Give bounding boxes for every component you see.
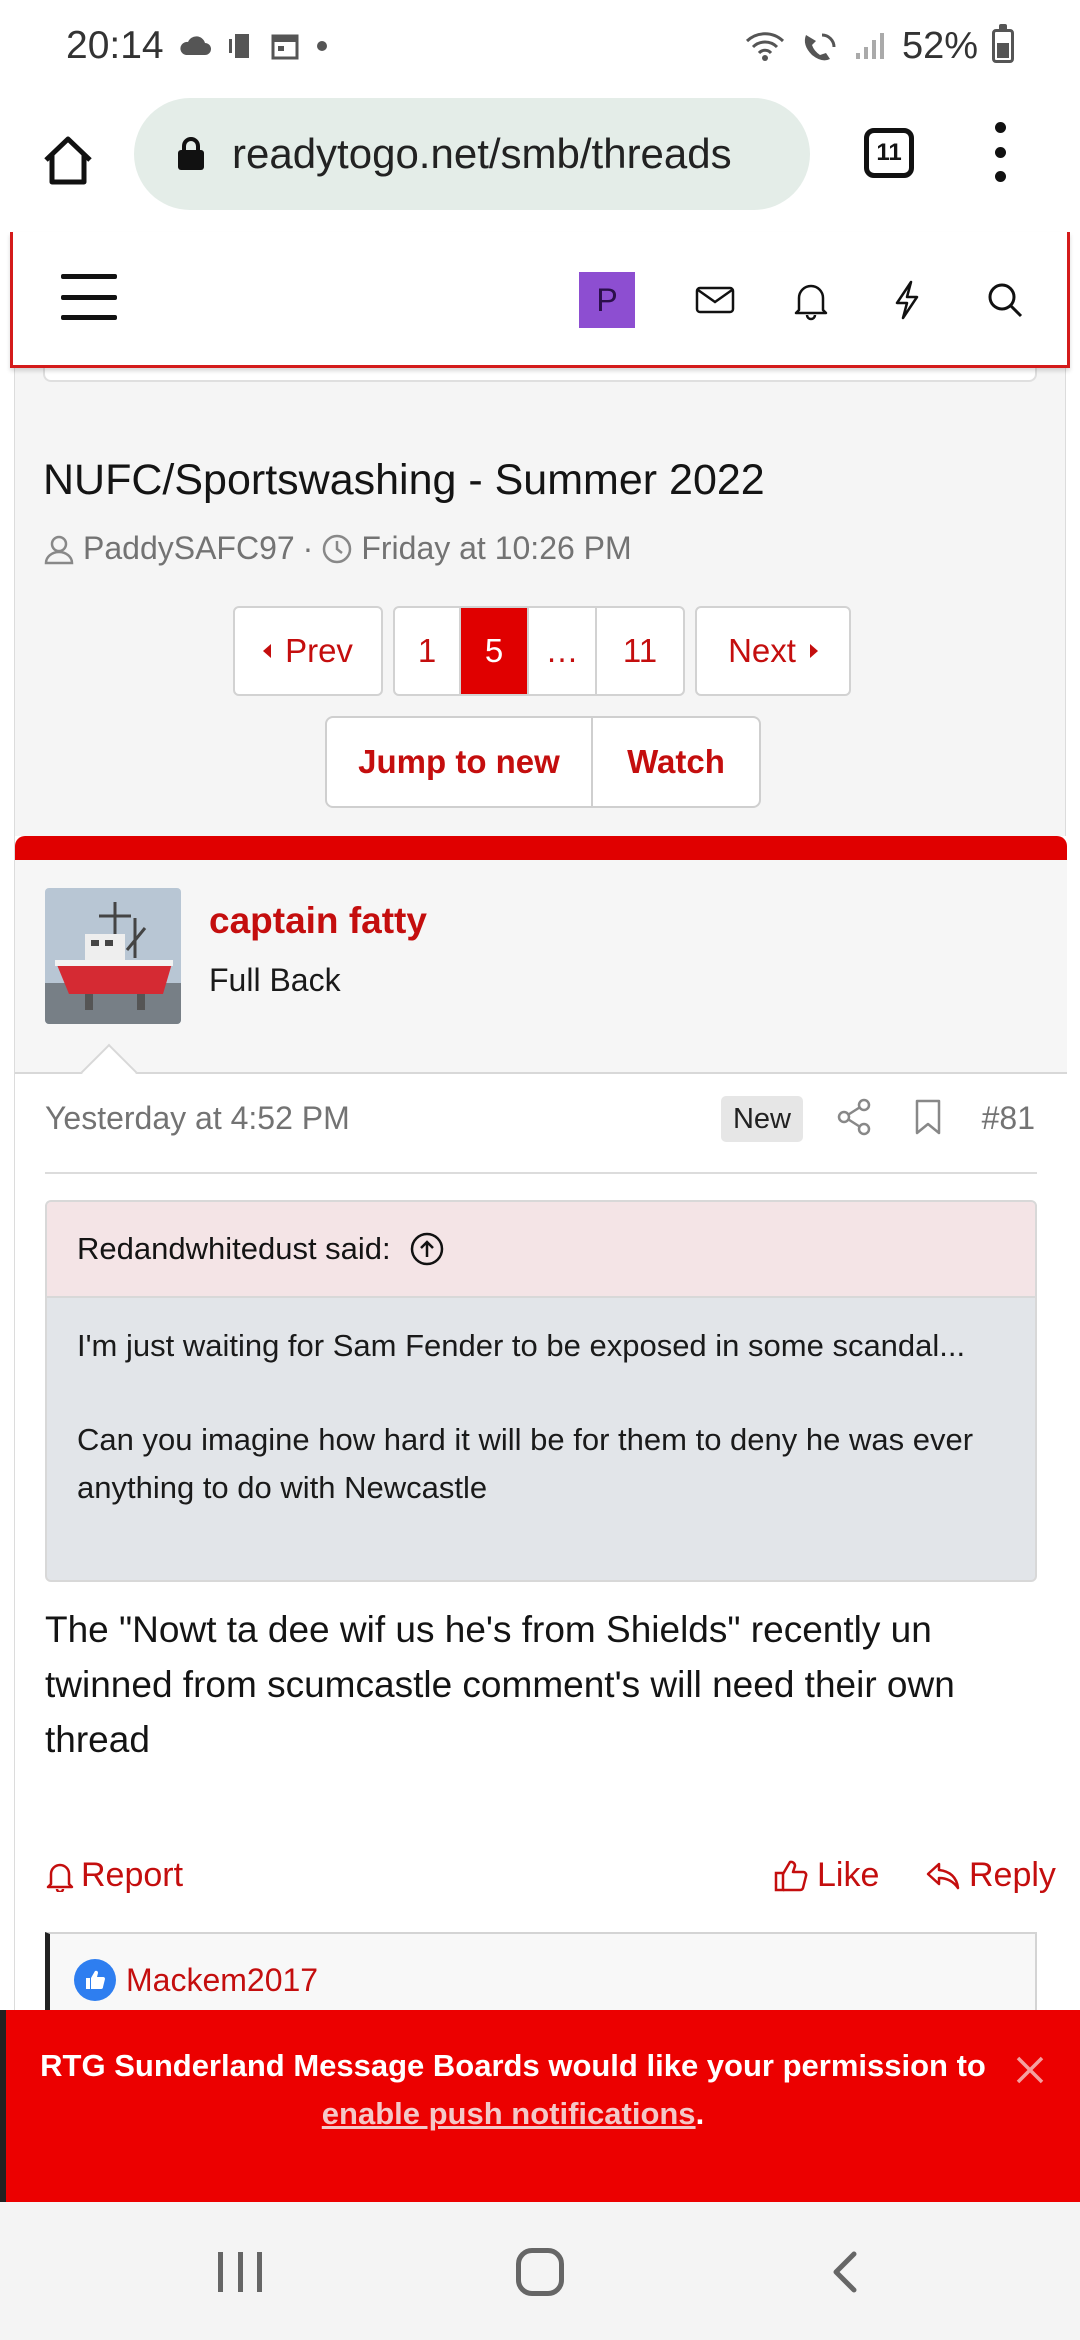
share-icon[interactable] — [835, 1098, 873, 1136]
new-badge: New — [721, 1096, 803, 1142]
like-label: Like — [817, 1856, 880, 1894]
reply-arrow-icon — [926, 1862, 960, 1889]
vibrate-icon — [228, 34, 249, 58]
search-icon[interactable] — [983, 278, 1027, 322]
post-date[interactable]: Yesterday at 4:52 PM — [45, 1100, 350, 1137]
battery-percent: 52% — [901, 24, 978, 67]
status-right-icons: 52% — [744, 24, 1014, 68]
home-icon[interactable] — [38, 130, 98, 190]
url-text: readytogo.net/smb/threads — [232, 130, 732, 177]
signal-icon — [855, 33, 884, 59]
site-header: P — [10, 232, 1070, 368]
post-meta: Yesterday at 4:52 PM New #81 — [45, 1096, 1037, 1174]
post-top-bar — [15, 836, 1067, 860]
quote-author: Redandwhitedust said: — [77, 1231, 391, 1266]
post-user-block: captain fatty Full Back — [15, 860, 1067, 1101]
pagination-pages: 1 5 … 11 — [393, 606, 685, 696]
post: captain fatty Full Back Yesterday at 4:5… — [15, 836, 1067, 2028]
quote-paragraph: I'm just waiting for Sam Fender to be ex… — [77, 1328, 966, 1363]
push-notification-banner: RTG Sunderland Message Boards would like… — [0, 2010, 1080, 2202]
caret-right-icon — [809, 644, 818, 658]
enable-push-link[interactable]: enable push notifications — [322, 2096, 696, 2131]
page-ellipsis[interactable]: … — [529, 608, 597, 694]
post-actions: Report Like Reply — [45, 1856, 1056, 1908]
user-icon — [44, 535, 74, 564]
report-label: Report — [81, 1856, 184, 1894]
clock-icon — [323, 534, 352, 563]
pagination-prev-label: Prev — [285, 632, 353, 669]
browser-toolbar: readytogo.net/smb/threads 11 — [0, 92, 1080, 228]
like-reaction-icon — [74, 1959, 116, 2001]
battery-icon — [992, 24, 1014, 63]
close-icon[interactable] — [1010, 2050, 1050, 2090]
reply-label: Reply — [969, 1856, 1056, 1894]
thread-author[interactable]: PaddySAFC97 — [83, 530, 295, 567]
page-link[interactable]: 1 — [395, 608, 461, 694]
dot-icon — [316, 41, 327, 51]
recent-apps-icon[interactable] — [218, 2252, 262, 2292]
post-body: The "Nowt ta dee wif us he's from Shield… — [45, 1609, 955, 1760]
bookmark-icon[interactable] — [911, 1098, 945, 1136]
menu-icon[interactable] — [61, 274, 117, 320]
thumbs-up-icon — [774, 1860, 808, 1891]
wifi-icon — [745, 32, 784, 61]
caret-left-icon — [263, 644, 272, 658]
reply-button[interactable]: Reply — [925, 1856, 1056, 1895]
user-avatar-button[interactable]: P — [579, 272, 635, 328]
pagination-prev-button[interactable]: Prev — [233, 606, 383, 696]
envelope-icon[interactable] — [693, 278, 737, 322]
back-icon[interactable] — [830, 2250, 860, 2294]
address-bar[interactable]: readytogo.net/smb/threads — [134, 98, 810, 210]
quote-header[interactable]: Redandwhitedust said: — [47, 1202, 1035, 1298]
post-username[interactable]: captain fatty — [209, 900, 427, 942]
battery-fill — [997, 43, 1009, 58]
page-content: NUFC/Sportswashing - Summer 2022 PaddySA… — [14, 232, 1067, 2028]
quote-block: Redandwhitedust said: I'm just waiting f… — [45, 1200, 1037, 1582]
like-button[interactable]: Like — [773, 1856, 879, 1895]
pagination-next-button[interactable]: Next — [695, 606, 851, 696]
reaction-user[interactable]: Mackem2017 — [126, 1962, 318, 1999]
browser-menu-button[interactable] — [990, 122, 1010, 182]
boat-avatar-image — [45, 888, 181, 1024]
push-notice-text: RTG Sunderland Message Boards would like… — [40, 2048, 986, 2083]
tab-switcher-button[interactable]: 11 — [864, 128, 914, 178]
report-button[interactable]: Report — [45, 1856, 183, 1895]
post-number[interactable]: #81 — [982, 1100, 1035, 1137]
quote-paragraph: Can you imagine how hard it will be for … — [77, 1422, 974, 1505]
cloud-icon — [180, 36, 211, 55]
avatar[interactable] — [45, 888, 181, 1024]
thread-date[interactable]: Friday at 10:26 PM — [361, 530, 631, 567]
status-time: 20:14 — [66, 24, 164, 67]
pagination-next-label: Next — [728, 632, 796, 669]
bell-icon[interactable] — [789, 278, 833, 322]
home-button-icon[interactable] — [516, 2248, 564, 2296]
calendar-icon — [271, 34, 299, 60]
thread-title: NUFC/Sportswashing - Summer 2022 — [43, 456, 765, 504]
thread-actions: Jump to new Watch — [325, 716, 761, 808]
watch-button[interactable]: Watch — [593, 718, 759, 806]
post-user-title: Full Back — [209, 962, 341, 998]
status-bar: 20:14 52% — [0, 0, 1080, 92]
push-notice-end: . — [695, 2096, 705, 2131]
page-link-current[interactable]: 5 — [461, 608, 529, 694]
arrow-up-circle-icon[interactable] — [409, 1231, 445, 1267]
bell-icon — [46, 1863, 74, 1892]
thread-meta: PaddySAFC97 · Friday at 10:26 PM — [43, 530, 632, 567]
user-block-notch — [80, 1043, 138, 1101]
page-link[interactable]: 11 — [597, 608, 683, 694]
wifi-call-icon — [804, 33, 836, 61]
jump-to-new-button[interactable]: Jump to new — [327, 718, 593, 806]
meta-separator: · — [302, 530, 314, 566]
lock-icon — [178, 137, 204, 170]
quote-body: I'm just waiting for Sam Fender to be ex… — [47, 1298, 1035, 1536]
system-navigation-bar — [0, 2202, 1080, 2340]
lightning-icon[interactable] — [885, 278, 929, 322]
status-left-icons — [178, 31, 330, 61]
